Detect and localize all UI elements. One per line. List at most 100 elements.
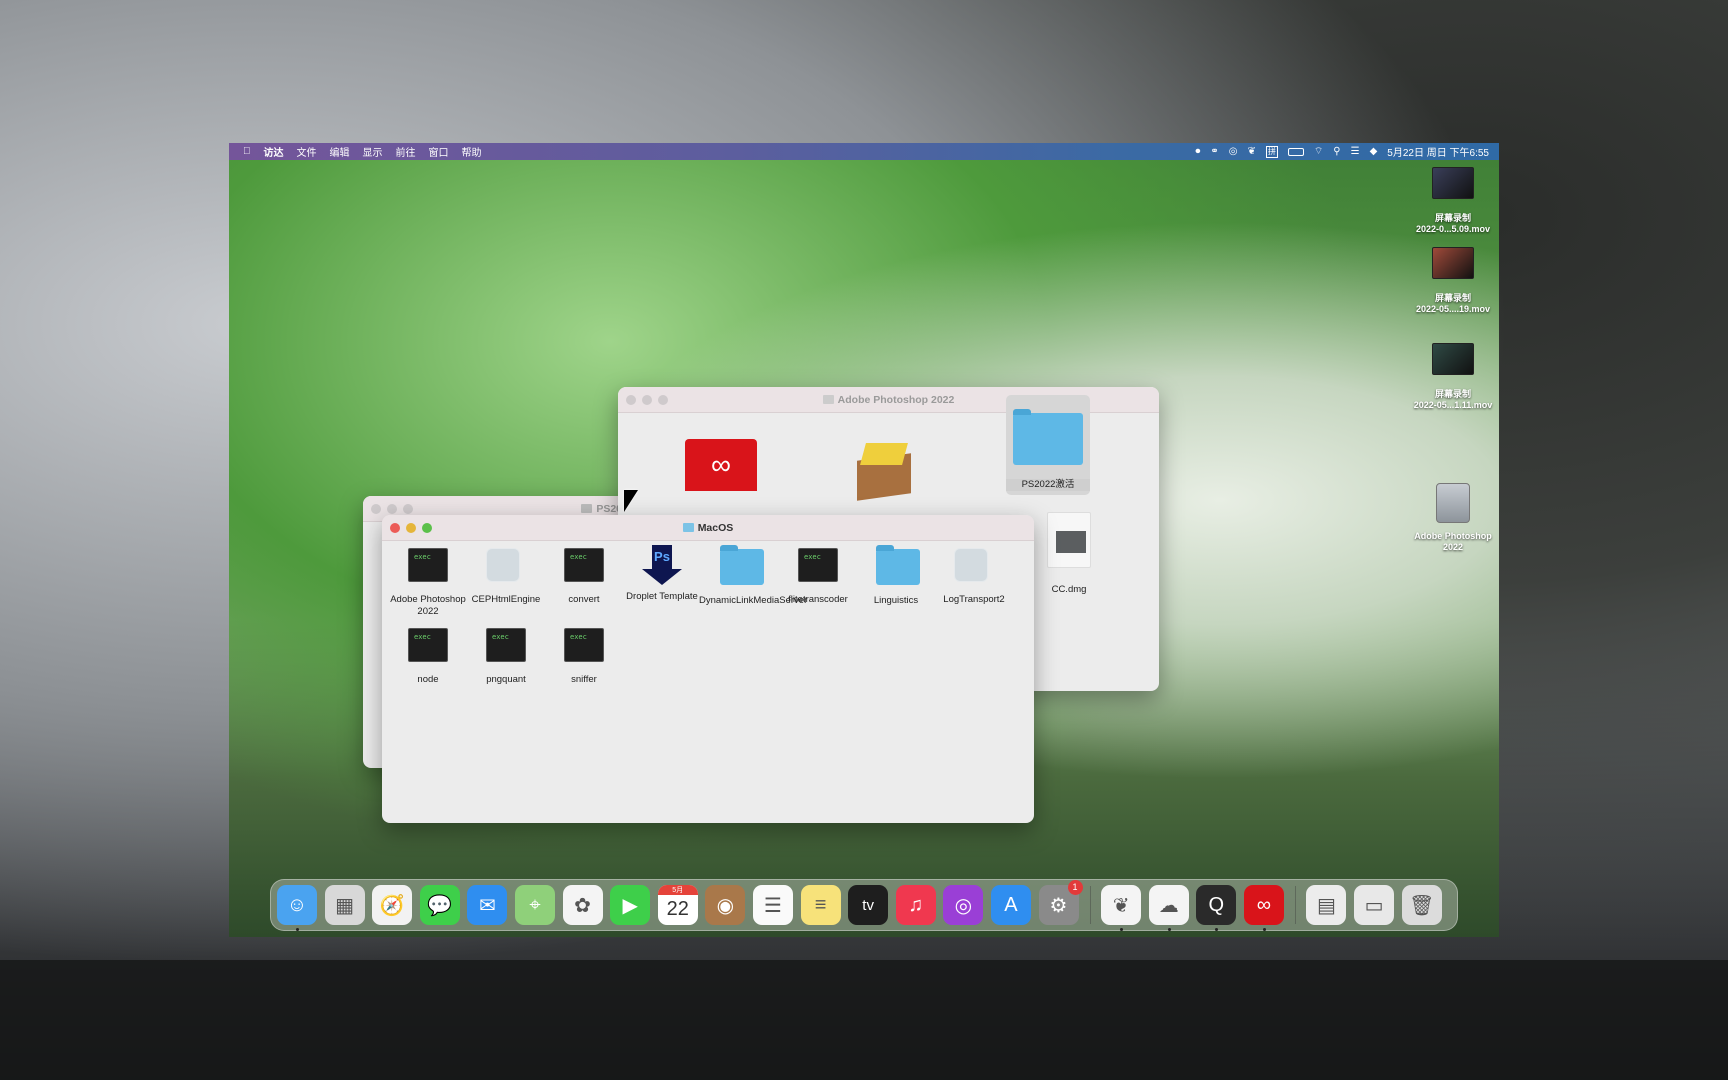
creative-cloud-icon[interactable]: ◎ [1229, 143, 1238, 160]
folder-icon [720, 545, 764, 589]
file-item[interactable]: ∞ [680, 439, 762, 491]
blank-app-icon [954, 548, 988, 582]
minimize-button[interactable] [642, 395, 652, 405]
menu-item[interactable]: 前往 [396, 144, 416, 159]
menu-item[interactable]: 显示 [363, 144, 383, 159]
music-icon: ♫ [908, 893, 924, 916]
apple-icon[interactable]:  [243, 146, 251, 157]
desktop-icon[interactable]: 屏幕录制 2022-05....19.mov [1403, 247, 1499, 315]
running-indicator [1262, 928, 1266, 931]
menu-item[interactable]: 帮助 [462, 144, 482, 159]
dock-quicktime[interactable]: Q [1196, 885, 1237, 931]
folder-icon [876, 545, 920, 585]
messages-icon: 💬 [427, 894, 453, 917]
minimize-button[interactable] [387, 504, 397, 514]
dock-maps[interactable]: ⌖ [514, 885, 555, 925]
dock-messages[interactable]: 💬 [419, 885, 460, 925]
desktop-icon[interactable]: 屏幕录制 2022-05...1.11.mov [1403, 343, 1499, 411]
dock-dmg-document[interactable]: ▤ [1306, 885, 1347, 925]
mac-screen:  访达文件编辑显示前往窗口帮助 ⏺ ⚭ ◎ ❦ 拼 ⌔ ⚲ ☰ ◆ 5月22日… [229, 143, 1499, 937]
control-center-icon[interactable]: ☰ [1351, 143, 1360, 160]
exec-icon: exec [408, 548, 448, 588]
file-item[interactable]: DynamicLinkMediaServer [699, 545, 807, 607]
close-button[interactable] [371, 504, 381, 514]
dock-calendar[interactable]: 5月 22 [657, 885, 698, 925]
creative-cloud-sync-icon[interactable]: ⚭ [1210, 143, 1218, 160]
leaf-icon[interactable]: ❦ [1247, 143, 1255, 160]
file-item[interactable]: exec pngquant [465, 625, 547, 686]
reminders-icon: ☰ [763, 894, 782, 917]
dock-creative-cloud[interactable]: ∞ [1243, 885, 1284, 931]
terminal-exec-icon: exec [564, 548, 604, 582]
dock-reminders[interactable]: ☰ [752, 885, 793, 925]
siri-icon[interactable]: ◆ [1370, 143, 1378, 160]
menu-item[interactable]: 编辑 [330, 144, 350, 159]
minimize-button[interactable] [406, 523, 416, 533]
dock-app-store[interactable]: A [990, 885, 1031, 925]
window-titlebar[interactable]: MacOS [382, 515, 1034, 541]
dock-baidu-netdisk[interactable]: ☁ [1148, 885, 1189, 931]
file-item[interactable]: LogTransport2 [933, 545, 1015, 606]
file-item[interactable]: exec convert [543, 545, 625, 606]
dock-system-preferences[interactable]: ⚙ 1 [1038, 880, 1083, 925]
folder-icon [581, 504, 593, 513]
file-item[interactable]: exec Adobe Photoshop 2022 [387, 545, 469, 618]
battery-icon[interactable] [1287, 147, 1304, 156]
file-item[interactable]: exec flitetranscoder [777, 545, 859, 606]
file-item[interactable]: exec sniffer [543, 625, 625, 686]
file-item[interactable]: exec node [387, 625, 469, 686]
menu-item[interactable]: 访达 [264, 144, 284, 159]
dock-contacts[interactable]: ◉ [705, 885, 746, 925]
terminal-exec-icon: exec [486, 628, 526, 662]
dmg-file-icon [1047, 512, 1091, 568]
desktop-icon[interactable]: 屏幕录制 2022-0...5.09.mov [1403, 167, 1499, 235]
file-item[interactable]: PS2022激活 [1006, 395, 1090, 495]
close-button[interactable] [390, 523, 400, 533]
wifi-icon[interactable]: ⌔ [1314, 143, 1323, 160]
file-item[interactable]: CEPHtmlEngine [465, 545, 547, 606]
screenshot-document-icon: ▭ [1364, 894, 1384, 917]
running-indicator [1167, 928, 1171, 931]
file-label: Adobe Photoshop 2022 [390, 594, 466, 617]
dock-photos[interactable]: ✿ [562, 885, 603, 925]
menu-clock[interactable]: 5月22日 周日 下午6:55 [1387, 144, 1489, 159]
zoom-button[interactable] [403, 504, 413, 514]
dock-tv[interactable]: tv [848, 885, 889, 925]
dock-music[interactable]: ♫ [895, 885, 936, 925]
dock-screenshot-document[interactable]: ▭ [1354, 885, 1395, 925]
dock-podcasts[interactable]: ◎ [943, 885, 984, 925]
creative-cloud-icon: ∞ [685, 439, 757, 491]
zoom-button[interactable] [658, 395, 668, 405]
blank-icon [486, 548, 526, 588]
file-item[interactable]: Ps Droplet Template [621, 545, 703, 603]
system-preferences-icon: ⚙ [1049, 894, 1068, 917]
dock: ☺ ▦ 🧭 💬 ✉ ⌖ ✿ ▶ 5月 22 ◉ ☰ ≡ tv ♫ ◎ A ⚙ 1 ❦ ☁ Q ∞ ▤ ▭ 🗑 [270, 879, 1458, 931]
close-button[interactable] [626, 395, 636, 405]
file-label: node [417, 674, 439, 685]
file-item[interactable] [843, 439, 925, 501]
dock-finder[interactable]: ☺ [277, 885, 317, 931]
dock-facetime[interactable]: ▶ [610, 885, 651, 925]
dock-leaf-app[interactable]: ❦ [1101, 885, 1142, 931]
dock-launchpad[interactable]: ▦ [324, 885, 365, 925]
dock-safari[interactable]: 🧭 [372, 885, 413, 925]
dock-mail[interactable]: ✉ [467, 885, 508, 925]
search-icon[interactable]: ⚲ [1333, 143, 1340, 160]
record-icon[interactable]: ⏺ [1195, 143, 1200, 160]
maps-icon: ⌖ [529, 893, 541, 916]
dock-trash[interactable]: 🗑 [1401, 885, 1442, 925]
desktop-icon[interactable]: Adobe Photoshop 2022 [1403, 483, 1499, 553]
desktop-icon-label: 2022 [1442, 542, 1464, 552]
menu-item[interactable]: 文件 [297, 144, 317, 159]
dock-separator [1090, 886, 1092, 924]
file-item[interactable]: CC.dmg [1028, 512, 1110, 596]
menu-item[interactable]: 窗口 [429, 144, 449, 159]
input-method-icon[interactable]: 拼 [1265, 145, 1278, 158]
mouse-cursor [624, 490, 638, 512]
outer-wallpaper-roof [0, 960, 1728, 1080]
zoom-button[interactable] [422, 523, 432, 533]
folder-icon [876, 545, 920, 589]
window-macos: MacOS exec Adobe Photoshop 2022 CEPHtmlEng… [382, 515, 1034, 823]
file-item[interactable]: Linguistics [855, 545, 937, 607]
dock-notes[interactable]: ≡ [800, 885, 841, 925]
